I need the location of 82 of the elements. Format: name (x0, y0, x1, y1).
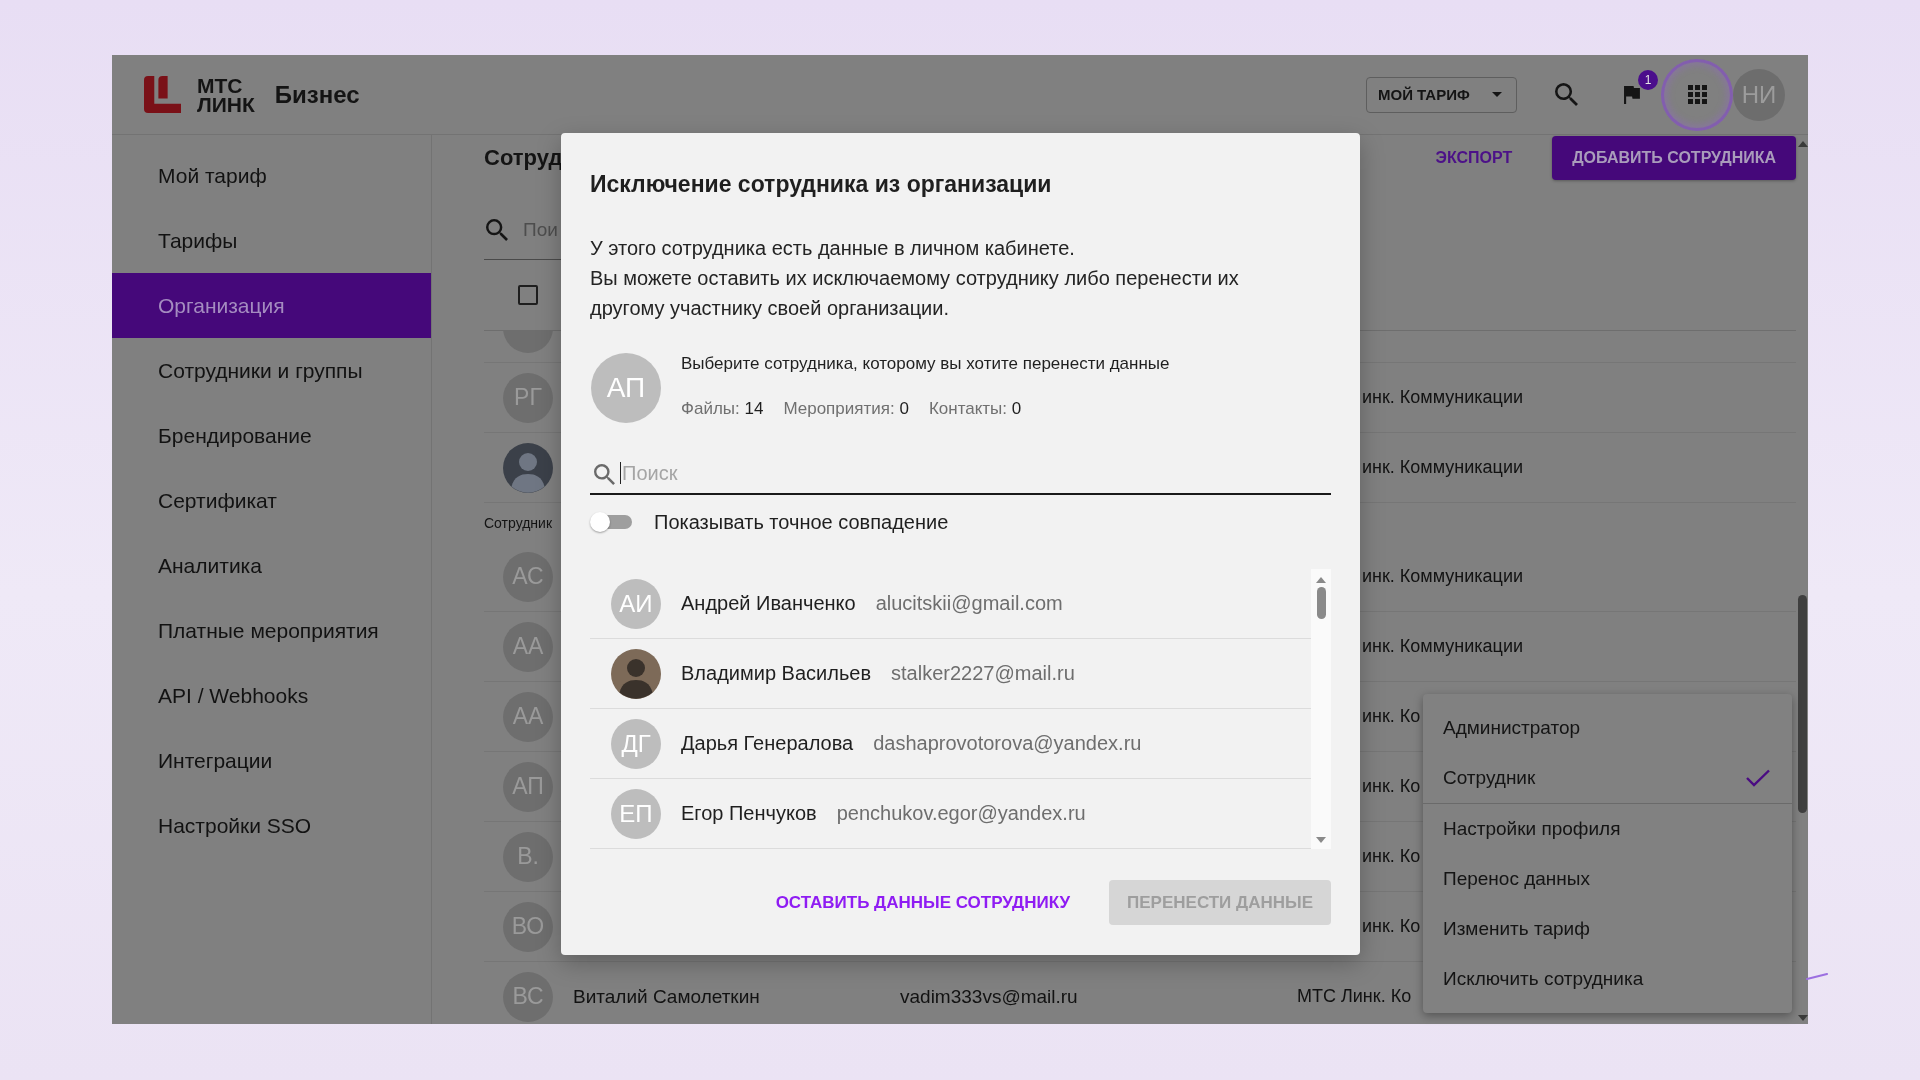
search-icon (1554, 83, 1578, 106)
notification-badge: 1 (1638, 69, 1658, 90)
sidebar-item[interactable]: Платные мероприятия (112, 598, 431, 663)
sidebar-item[interactable]: Тарифы (112, 208, 431, 273)
stat-text: Мероприятия: 0 (783, 398, 909, 420)
employee-name: Андрей Иванченко (681, 592, 856, 615)
table-cell: инк. Ко (1362, 706, 1421, 727)
toggle-label: Показывать точное совпадение (654, 510, 949, 534)
table-cell: Виталий Самолеткин (573, 985, 760, 1008)
sidebar-item[interactable]: Сертификат (112, 468, 431, 533)
search-icon (486, 219, 508, 241)
table-cell: инк. Ко (1362, 846, 1421, 867)
employee-email: dashaprovotorova@yandex.ru (873, 732, 1142, 755)
group-label: Сотрудник (484, 514, 552, 531)
dialog-title: Исключение сотрудника из организации (590, 170, 1053, 199)
sidebar-item[interactable]: Мой тариф (112, 143, 431, 208)
page-title: Сотруд (484, 145, 563, 171)
employee-list-item[interactable]: ЕП Егор Пенчуков penchukov.egor@yandex.ru (590, 779, 1311, 849)
employee-name: Владимир Васильев (681, 662, 872, 685)
header-link[interactable]: ЭКСПОРТ (1435, 149, 1513, 167)
scrollbar-track[interactable] (1311, 569, 1331, 849)
text-cursor (620, 462, 621, 484)
product-name: Бизнес (274, 80, 360, 109)
menu-item[interactable]: Настройки профиля (1423, 804, 1792, 854)
caret-icon (1492, 92, 1502, 97)
checkbox[interactable] (518, 285, 538, 305)
user-avatar: ЕП (611, 788, 661, 839)
grid-icon (1687, 85, 1707, 104)
scroll-up-arrow-icon[interactable] (1316, 577, 1326, 583)
employee-list-item[interactable]: ДГ Дарья Генералова dashaprovotorova@yandex.ru (590, 709, 1311, 779)
table-cell: инк. Коммуникации (1362, 387, 1523, 408)
primary-button[interactable]: ДОБАВИТЬ СОТРУДНИКА (1552, 136, 1796, 180)
person-silhouette-icon (503, 442, 553, 493)
scroll-up-arrow-icon[interactable] (1797, 141, 1808, 147)
sidebar-item[interactable]: Сотрудники и группы (112, 338, 431, 403)
table-cell: vadim333vs@mail.ru (900, 985, 1078, 1008)
menu-item[interactable]: Перенос данных (1423, 854, 1792, 904)
sidebar-item[interactable]: API / Webhooks (112, 663, 431, 728)
dialog-description: У этого сотрудника есть данные в личном кабинете. Вы можете оставить их исключаемому сотруднику либо перенести их другому участнику своей организации. (590, 236, 1240, 321)
menu-item[interactable]: Исключить сотрудника (1423, 954, 1792, 1004)
table-cell: инк. Ко (1362, 776, 1421, 797)
menu-item[interactable]: Сотрудник (1423, 753, 1792, 803)
user-avatar: АИ (611, 578, 661, 629)
employee-email: stalker2227@mail.ru (891, 662, 1075, 685)
scroll-down-arrow-icon[interactable] (1316, 837, 1326, 843)
scroll-down-arrow-icon[interactable] (1797, 1015, 1808, 1021)
sidebar-item[interactable]: Брендирование (112, 403, 431, 468)
sidebar-item[interactable]: Организация (112, 273, 431, 338)
notifications-button[interactable]: 1 (1608, 70, 1656, 119)
search-field[interactable]: Поиск (590, 453, 1331, 495)
employee-list-item[interactable]: АИ Андрей Иванченко alucitskii@gmail.com (590, 569, 1311, 639)
user-avatar: ДГ (611, 718, 661, 769)
scrollbar-thumb[interactable] (1798, 595, 1807, 813)
menu-item[interactable]: Администратор (1423, 703, 1792, 753)
user-avatar: АП (591, 353, 661, 423)
tariff-dropdown[interactable]: МОЙ ТАРИФ (1366, 76, 1517, 113)
table-cell: инк. Коммуникации (1362, 636, 1523, 657)
table-cell: инк. Ко (1362, 916, 1421, 937)
scrollbar-thumb[interactable] (1316, 587, 1326, 619)
employee-name: Дарья Генералова (681, 732, 854, 755)
table-cell: МТС Линк. Ко (1297, 986, 1412, 1007)
stat-text: Контакты: 0 (928, 398, 1022, 420)
person-silhouette-icon (611, 648, 661, 699)
table-cell: инк. Коммуникации (1362, 566, 1523, 587)
employee-email: alucitskii@gmail.com (875, 592, 1063, 615)
toggle-switch[interactable] (590, 510, 634, 534)
search-icon (594, 464, 615, 485)
employee-name: Егор Пенчуков (681, 802, 817, 825)
link-button[interactable]: ОСТАВИТЬ ДАННЫЕ СОТРУДНИКУ (759, 880, 1087, 925)
prompt-text: Выберите сотрудника, которому вы хотите перенести данные (681, 353, 1170, 375)
sidebar-item[interactable]: Настройки SSO (112, 793, 431, 858)
stat-text: Файлы: 14 (681, 398, 764, 420)
table-cell: инк. Коммуникации (1362, 457, 1523, 478)
decorative-stroke-drawing (1806, 973, 1828, 980)
menu-item[interactable]: Изменить тариф (1423, 904, 1792, 954)
employee-list-item[interactable]: Владимир Васильев stalker2227@mail.ru (590, 639, 1311, 709)
logo-icon (144, 76, 181, 113)
employee-email: penchukov.egor@yandex.ru (836, 802, 1086, 825)
logo-wordmark: МТС ЛИНК (197, 75, 255, 114)
sidebar-item[interactable]: Интеграции (112, 728, 431, 793)
sidebar-item[interactable]: Аналитика (112, 533, 431, 598)
flag-icon (1623, 85, 1641, 104)
